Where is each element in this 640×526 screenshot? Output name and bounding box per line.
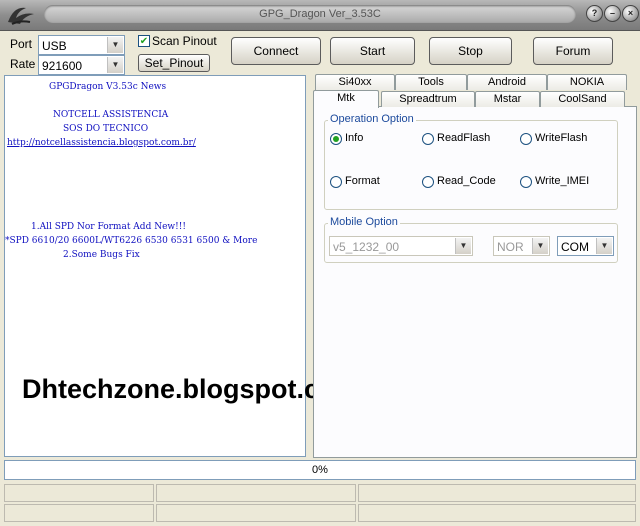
progress-bar: 0%: [4, 460, 636, 480]
help-button[interactable]: ?: [586, 5, 603, 22]
tab-nokia[interactable]: NOKIA: [547, 74, 627, 90]
radio-format[interactable]: [330, 176, 342, 188]
port-select[interactable]: USB ▼: [38, 35, 125, 55]
rate-label: Rate: [10, 57, 36, 71]
port-value: USB: [42, 39, 67, 53]
mobile-option-title: Mobile Option: [328, 216, 400, 228]
radio-read-code[interactable]: [422, 176, 434, 188]
chevron-down-icon[interactable]: ▼: [107, 37, 123, 53]
stop-button[interactable]: Stop: [429, 37, 512, 65]
forum-button[interactable]: Forum: [533, 37, 613, 65]
memory-select[interactable]: NOR ▼: [493, 236, 550, 256]
memory-value: NOR: [497, 240, 524, 254]
mobile-option-group: Mobile Option v5_1232_00 ▼ NOR ▼ COM ▼: [324, 216, 618, 263]
news-item: *SPD 6610/20 6600L/WT6226 6530 6531 6500…: [5, 236, 258, 246]
mtk-tab-panel: Operation Option Info ReadFlash WriteFla…: [313, 106, 637, 458]
rate-select[interactable]: 921600 ▼: [38, 55, 125, 75]
chevron-down-icon[interactable]: ▼: [455, 238, 471, 254]
status-cell: [156, 504, 356, 522]
model-value: v5_1232_00: [333, 240, 400, 254]
status-cell: [358, 504, 636, 522]
scan-pinout-label: Scan Pinout: [152, 34, 217, 48]
radio-info[interactable]: [330, 133, 342, 145]
news-item: 2.Some Bugs Fix: [63, 250, 140, 260]
chevron-down-icon[interactable]: ▼: [532, 238, 548, 254]
radio-readflash-label[interactable]: ReadFlash: [437, 132, 490, 144]
watermark-text: Dhtechzone.blogspot.com: [22, 374, 360, 404]
chevron-down-icon[interactable]: ▼: [107, 57, 123, 73]
radio-format-label[interactable]: Format: [345, 175, 380, 187]
news-line: NOTCELL ASSISTENCIA: [53, 110, 169, 120]
tab-tools[interactable]: Tools: [395, 74, 467, 90]
news-link[interactable]: http://notcellassistencia.blogspot.com.b…: [7, 138, 196, 148]
radio-write-imei[interactable]: [520, 176, 532, 188]
tab-coolsand[interactable]: CoolSand: [540, 91, 625, 107]
start-button[interactable]: Start: [330, 37, 415, 65]
port-label: Port: [10, 37, 33, 51]
minimize-button[interactable]: –: [604, 5, 621, 22]
rate-value: 921600: [42, 59, 83, 73]
radio-info-label[interactable]: Info: [345, 132, 363, 144]
connect-button[interactable]: Connect: [231, 37, 321, 65]
set-pinout-button[interactable]: Set_Pinout: [138, 54, 210, 72]
status-cell: [4, 484, 154, 502]
com-select[interactable]: COM ▼: [557, 236, 614, 256]
radio-readflash[interactable]: [422, 133, 434, 145]
tab-mtk[interactable]: Mtk: [313, 90, 379, 108]
radio-write-imei-label[interactable]: Write_IMEI: [535, 175, 589, 187]
tab-spreadtrum[interactable]: Spreadtrum: [381, 91, 475, 107]
tab-si40xx[interactable]: Si40xx: [315, 74, 395, 90]
tab-mstar[interactable]: Mstar: [475, 91, 540, 107]
status-cell: [358, 484, 636, 502]
radio-writeflash-label[interactable]: WriteFlash: [535, 132, 587, 144]
radio-selected-dot: [333, 136, 339, 142]
news-line: SOS DO TECNICO: [63, 124, 149, 134]
news-heading: GPGDragon V3.53c News: [49, 82, 167, 92]
status-cell: [4, 504, 154, 522]
tab-android[interactable]: Android: [467, 74, 547, 90]
status-cell: [156, 484, 356, 502]
title-bar[interactable]: GPG_Dragon Ver_3.53C ? – ×: [0, 0, 640, 31]
com-value: COM: [561, 240, 589, 254]
radio-read-code-label[interactable]: Read_Code: [437, 175, 496, 187]
operation-option-title: Operation Option: [328, 113, 416, 125]
model-select[interactable]: v5_1232_00 ▼: [329, 236, 473, 256]
progress-text: 0%: [312, 464, 328, 476]
radio-writeflash[interactable]: [520, 133, 532, 145]
news-item: 1.All SPD Nor Format Add New!!!: [31, 222, 186, 232]
scan-pinout-checkbox[interactable]: ✔: [138, 35, 150, 47]
operation-option-group: Operation Option Info ReadFlash WriteFla…: [324, 113, 618, 210]
chevron-down-icon[interactable]: ▼: [596, 238, 612, 254]
close-button[interactable]: ×: [622, 5, 639, 22]
window-title: GPG_Dragon Ver_3.53C: [259, 8, 381, 20]
